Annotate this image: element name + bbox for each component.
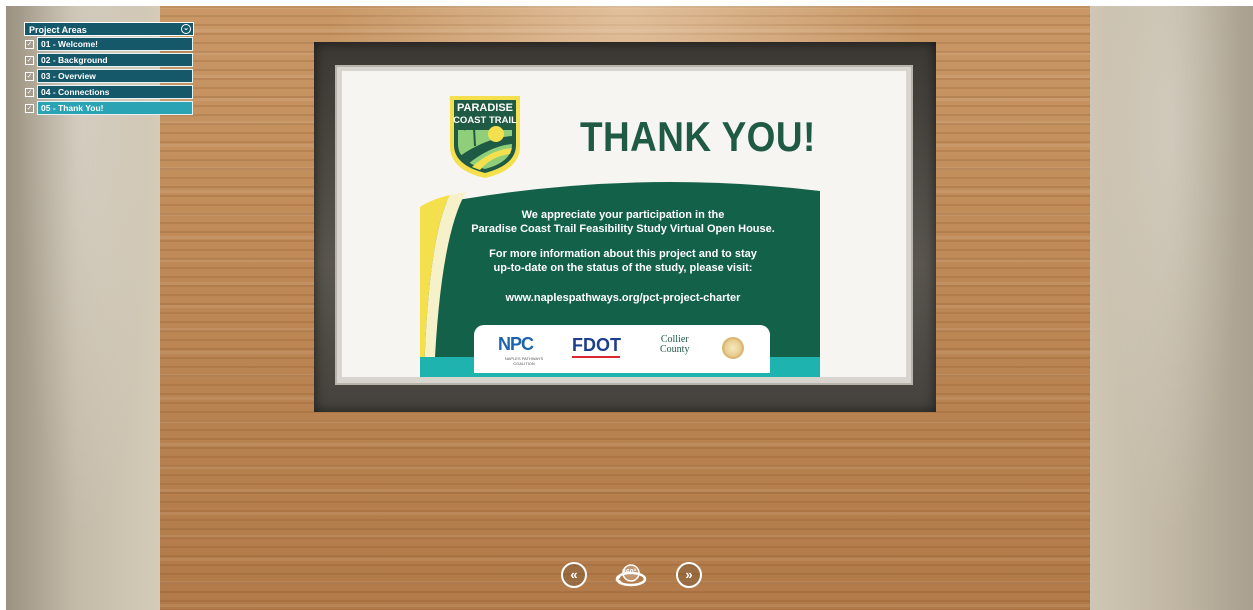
thank-you-heading: THANK YOU! [580,113,816,160]
previous-area-button[interactable]: « [561,562,587,588]
menu-row-background[interactable]: ✓ 02 - Background [24,53,194,68]
menu-item-welcome[interactable]: 01 - Welcome! [37,37,193,51]
checkbox-icon[interactable]: ✓ [25,88,34,97]
virtual-room: PARADISE COAST TRAIL THANK YOU! We appre… [0,0,1253,610]
logo-line1: PARADISE [457,102,513,114]
checkbox-icon[interactable]: ✓ [25,104,34,113]
project-areas-menu: Project Areas ⌄ ✓ 01 - Welcome! ✓ 02 - B… [24,22,194,116]
menu-item-thank-you[interactable]: 05 - Thank You! [37,101,193,115]
npc-logo: NPC [498,334,534,354]
appreciation-line-2: Paradise Coast Trail Feasibility Study V… [471,223,775,235]
collier-county-logo: Collier County [660,335,689,355]
project-url[interactable]: www.naplespathways.org/pct-project-chart… [440,291,806,305]
collier-line-2: County [660,344,690,355]
project-areas-title: Project Areas [29,25,87,35]
paradise-coast-trail-logo: PARADISE COAST TRAIL [450,96,520,178]
menu-item-overview[interactable]: 03 - Overview [37,69,193,83]
menu-row-overview[interactable]: ✓ 03 - Overview [24,69,194,84]
360-label: 360° [622,569,637,576]
logo-line2: COAST TRAIL [453,115,517,126]
menu-row-thank-you[interactable]: ✓ 05 - Thank You! [24,101,194,116]
next-area-button[interactable]: » [676,562,702,588]
city-seal-icon [722,337,744,359]
360-view-button[interactable]: 360° [614,560,648,592]
menu-row-welcome[interactable]: ✓ 01 - Welcome! [24,37,194,52]
collapse-menu-icon[interactable]: ⌄ [181,24,191,34]
fdot-logo: FDOT [572,335,621,355]
menu-item-background[interactable]: 02 - Background [37,53,193,67]
checkbox-icon[interactable]: ✓ [25,56,34,65]
fdot-logo-underline [572,356,620,358]
right-wall [1090,6,1253,610]
checkbox-icon[interactable]: ✓ [25,40,34,49]
sponsor-logos: NPC NAPLES PATHWAYS COALITION FDOT Colli… [474,325,770,373]
appreciation-line-1: We appreciate your participation in the [521,209,725,221]
double-chevron-right-icon: » [685,567,693,582]
double-chevron-left-icon: « [570,567,578,582]
checkbox-icon[interactable]: ✓ [25,72,34,81]
info-message: For more information about this project … [440,247,806,275]
project-areas-header[interactable]: Project Areas ⌄ [24,22,194,36]
360-rotate-icon [615,564,647,587]
npc-logo-subtitle: NAPLES PATHWAYS COALITION [504,356,544,366]
menu-item-connections[interactable]: 04 - Connections [37,85,193,99]
display-screen[interactable]: PARADISE COAST TRAIL THANK YOU! We appre… [342,71,906,377]
appreciation-message: We appreciate your participation in the … [440,208,806,236]
info-line-1: For more information about this project … [489,248,757,260]
menu-row-connections[interactable]: ✓ 04 - Connections [24,85,194,100]
info-line-2: up-to-date on the status of the study, p… [493,262,753,274]
